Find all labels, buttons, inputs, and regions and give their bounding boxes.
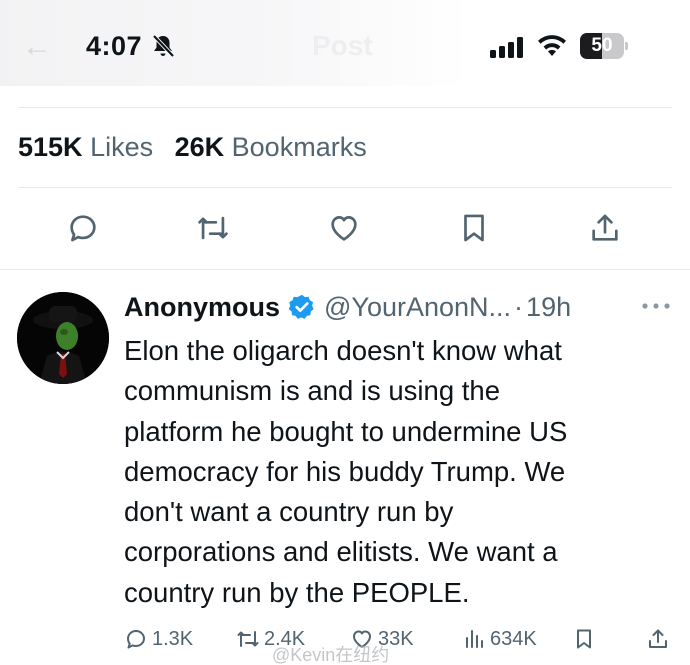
back-arrow-icon[interactable]: ← [22, 30, 52, 64]
like-button[interactable] [324, 208, 364, 248]
battery-tip [625, 42, 628, 50]
divider [18, 107, 672, 108]
reply-views-button[interactable]: 634K [462, 624, 537, 654]
masked-figure-avatar-image [17, 292, 109, 384]
likes-label[interactable]: Likes [90, 132, 153, 162]
reply-comment-button[interactable]: 1.3K [124, 624, 193, 654]
avatar[interactable] [17, 292, 109, 384]
status-bar: ← Post 4:07 50 [0, 0, 690, 92]
reply-text: Elon the oligarch doesn't know what comm… [124, 335, 568, 608]
reply-bookmark-button[interactable] [572, 624, 600, 654]
watermark: @Kevin在纽约 [272, 645, 390, 665]
header-title: Post [312, 30, 373, 61]
bookmarks-label[interactable]: Bookmarks [232, 132, 367, 162]
status-time: 4:07 [86, 31, 143, 61]
reply-icon [70, 215, 96, 242]
verified-badge-icon [288, 294, 314, 319]
post-stats: 515K Likes 26K Bookmarks [18, 132, 367, 163]
separator-dot: · [514, 291, 524, 322]
header-blur [0, 0, 470, 86]
share-button[interactable] [585, 208, 625, 248]
share-icon [649, 629, 667, 648]
repost-icon [198, 216, 228, 240]
reply-count: 1.3K [152, 627, 194, 650]
battery-body: 50 [580, 33, 624, 59]
repost-button[interactable] [193, 208, 233, 248]
reply-icon [127, 630, 145, 649]
share-icon [592, 214, 618, 241]
divider [0, 269, 690, 270]
reply-share-button[interactable] [646, 624, 674, 654]
bookmark-icon [577, 629, 591, 649]
likes-count[interactable]: 515K [18, 132, 83, 162]
wifi-icon [538, 35, 566, 56]
bookmark-icon [464, 214, 484, 242]
bookmarks-count[interactable]: 26K [175, 132, 225, 162]
reply-header: Anonymous @YourAnonN... · 19h [124, 290, 571, 324]
bell-off-icon [152, 34, 175, 58]
battery-level: 50 [591, 35, 613, 56]
author-handle[interactable]: @YourAnonN... [324, 292, 511, 323]
cellular-signal-icon [490, 37, 523, 58]
battery-icon: 50 [580, 33, 628, 59]
divider [18, 187, 672, 188]
post-action-bar [0, 208, 690, 254]
repost-icon [237, 631, 259, 647]
view-count: 634K [490, 627, 537, 650]
views-chart-icon [466, 630, 483, 648]
reply-timestamp[interactable]: 19h [526, 292, 571, 323]
heart-icon [331, 216, 357, 241]
reply-button[interactable] [63, 208, 103, 248]
bookmark-button[interactable] [454, 208, 494, 248]
author-name[interactable]: Anonymous [124, 292, 280, 323]
more-options-icon[interactable] [640, 300, 672, 312]
